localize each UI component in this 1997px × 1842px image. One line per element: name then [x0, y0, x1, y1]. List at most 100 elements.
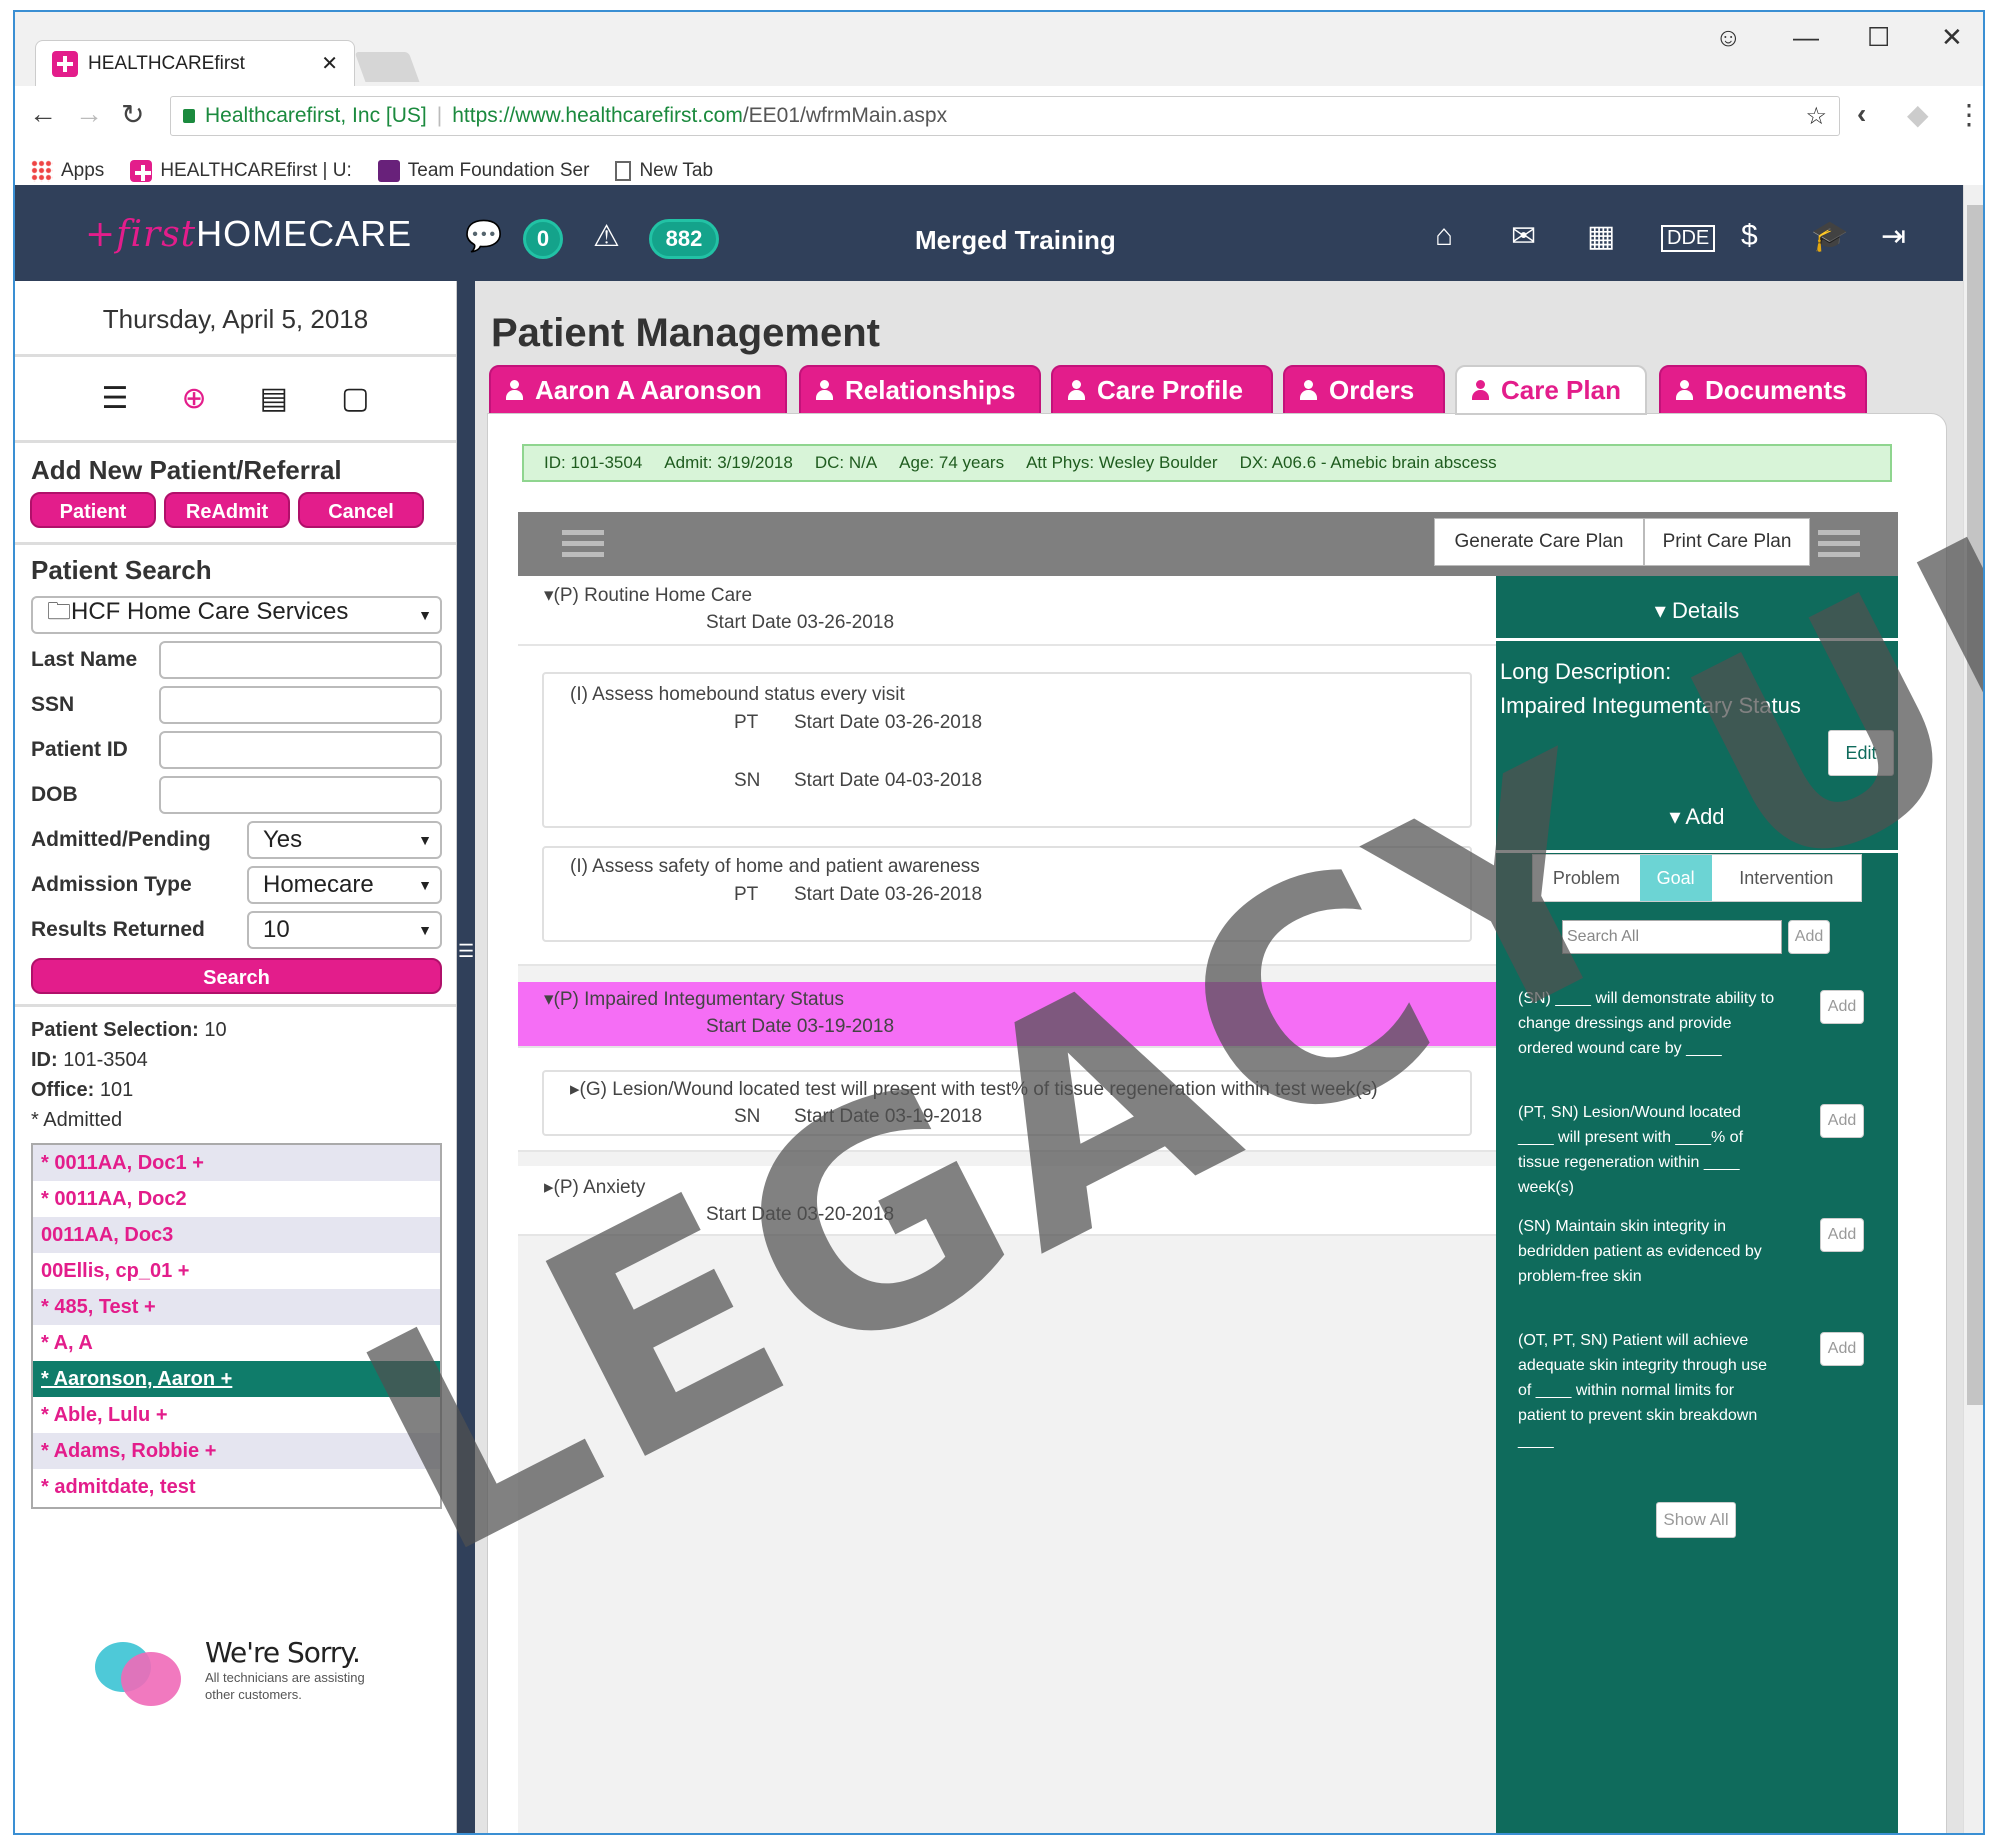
note-icon[interactable]: ▢ — [341, 381, 369, 416]
bookmark-team-foundation[interactable]: Team Foundation Ser — [377, 160, 589, 182]
readmit-button[interactable]: ReAdmit — [164, 492, 290, 528]
tab-care-plan[interactable]: Care Plan — [1455, 365, 1647, 415]
close-window-icon[interactable]: ✕ — [1941, 22, 1963, 53]
add-goal-button[interactable]: Add — [1820, 990, 1864, 1024]
search-button[interactable]: Search — [31, 958, 442, 994]
tab-documents[interactable]: Documents — [1659, 365, 1867, 415]
problem-routine-home-care[interactable]: ▾(P) Routine Home Care Start Date 03-26-… — [518, 576, 1496, 646]
goal-lesion-wound[interactable]: ▸(G) Lesion/Wound located test will pres… — [542, 1070, 1472, 1136]
list-item[interactable]: 0011AA, Doc3 — [33, 1217, 440, 1253]
patient-id-label: Patient ID — [31, 737, 128, 761]
tab-intervention[interactable]: Intervention — [1712, 855, 1861, 901]
bookmark-apps[interactable]: Apps — [31, 160, 104, 182]
add-goal-button[interactable]: Add — [1820, 1104, 1864, 1138]
tab-strip: HEALTHCAREfirst ✕ ☺ — ☐ ✕ — [15, 12, 1983, 86]
add-goal-button[interactable]: Add — [1820, 1218, 1864, 1252]
billing-icon[interactable]: $ — [1741, 219, 1758, 253]
list-item[interactable]: * admitdate, test — [33, 1469, 440, 1505]
bookmark-healthcarefirst[interactable]: HEALTHCAREfirst | U: — [130, 160, 352, 182]
tab-goal[interactable]: Goal — [1639, 855, 1712, 901]
list-item[interactable]: * 485, Test + — [33, 1289, 440, 1325]
mail-icon[interactable]: ✉ — [1511, 219, 1536, 254]
list-view-icon[interactable] — [562, 530, 604, 560]
add-patient-button[interactable]: Patient — [30, 492, 156, 528]
tab-problem[interactable]: Problem — [1533, 855, 1640, 901]
home-icon[interactable]: ⌂ — [1435, 219, 1453, 253]
selection-info: Patient Selection: 10 ID: 101-3504 Offic… — [15, 1004, 456, 1139]
minimize-icon[interactable]: — — [1793, 22, 1819, 53]
tab-orders[interactable]: Orders — [1283, 365, 1445, 415]
edit-button[interactable]: Edit — [1828, 730, 1894, 776]
lock-icon — [183, 109, 195, 123]
left-panel: Thursday, April 5, 2018 ☰ ⊕ ▤ ▢ Add New … — [15, 281, 457, 1833]
list-item[interactable]: * 0011AA, Doc2 — [33, 1181, 440, 1217]
logout-icon[interactable]: ⇥ — [1881, 219, 1906, 254]
cancel-button[interactable]: Cancel — [298, 492, 424, 528]
list-item[interactable]: * Able, Lulu + — [33, 1397, 440, 1433]
problem-impaired-integumentary[interactable]: ▾(P) Impaired Integumentary Status Start… — [518, 982, 1496, 1048]
page-scrollbar[interactable] — [1963, 185, 1983, 1833]
patient-id-input[interactable] — [159, 730, 442, 769]
ssn-input[interactable] — [159, 685, 442, 724]
chat-count-badge[interactable]: 0 — [523, 219, 563, 259]
list-item[interactable]: * A, A — [33, 1325, 440, 1361]
extension-back-icon[interactable]: ‹ — [1857, 98, 1866, 130]
intervention-homebound[interactable]: (I) Assess homebound status every visit … — [542, 672, 1472, 828]
details-header[interactable]: ▾ Details — [1496, 576, 1898, 638]
close-tab-icon[interactable]: ✕ — [321, 51, 338, 76]
admission-type-select[interactable]: Homecare ▼ — [247, 865, 442, 904]
splitter-grip-icon[interactable]: ☰ — [458, 941, 474, 962]
intervention-home-safety[interactable]: (I) Assess safety of home and patient aw… — [542, 846, 1472, 942]
generate-care-plan-button[interactable]: Generate Care Plan — [1434, 518, 1644, 566]
dde-icon[interactable]: DDE — [1661, 225, 1716, 252]
list-item[interactable]: * 0011AA, Doc1 + — [33, 1145, 440, 1181]
add-patient-title: Add New Patient/Referral — [31, 455, 342, 485]
back-icon[interactable]: ← — [29, 98, 57, 130]
alert-icon[interactable]: ⚠ — [593, 219, 620, 254]
reload-icon[interactable]: ↻ — [121, 98, 144, 131]
calendar-icon[interactable]: ▦ — [1587, 219, 1615, 254]
extension-icon[interactable]: ◆ — [1907, 98, 1929, 131]
results-select[interactable]: 10 ▼ — [247, 910, 442, 949]
agency-title: Merged Training — [915, 225, 1116, 255]
last-name-input[interactable] — [159, 640, 442, 679]
url-field[interactable]: Healthcarefirst, Inc [US] | https://www.… — [170, 96, 1840, 136]
brand-logo[interactable]: +firstHOMECARE — [85, 213, 412, 255]
new-tab-button[interactable] — [354, 52, 420, 82]
account-icon[interactable]: ☺ — [1715, 22, 1742, 53]
goal-suggestion: (SN) ____ will demonstrate ability to ch… — [1518, 990, 1775, 1057]
list-item-selected[interactable]: * Aaronson, Aaron + — [33, 1361, 440, 1397]
person-icon — [815, 380, 833, 400]
page-icon — [615, 161, 632, 181]
search-zoom-icon[interactable]: ⊕ — [181, 381, 206, 416]
list-item[interactable]: 00Ellis, cp_01 + — [33, 1253, 440, 1289]
menu-icon[interactable]: ⋮ — [1955, 98, 1983, 131]
alert-count-badge[interactable]: 882 — [649, 219, 719, 259]
print-care-plan-button[interactable]: Print Care Plan — [1644, 518, 1810, 566]
scrollbar-thumb[interactable] — [1967, 205, 1983, 1405]
add-header[interactable]: ▾ Add — [1496, 804, 1898, 830]
search-add-button[interactable]: Add — [1788, 920, 1830, 954]
list-item[interactable]: * Adams, Robbie + — [33, 1433, 440, 1469]
show-all-button[interactable]: Show All — [1656, 1502, 1736, 1538]
problem-anxiety[interactable]: ▸(P) Anxiety Start Date 03-20-2018 — [518, 1166, 1496, 1236]
office-select[interactable]: 🗀HCF Home Care Services ▼ — [31, 595, 442, 634]
id-card-icon[interactable]: ▤ — [260, 381, 288, 416]
admitted-select[interactable]: Yes ▼ — [247, 820, 442, 859]
panel-splitter[interactable]: ☰ — [457, 281, 475, 1833]
bookmark-star-icon[interactable]: ☆ — [1805, 102, 1827, 131]
tab-care-profile[interactable]: Care Profile — [1051, 365, 1273, 415]
search-all-input[interactable]: Search All — [1562, 920, 1782, 954]
tab-relationships[interactable]: Relationships — [799, 365, 1041, 415]
bookmark-new-tab[interactable]: New Tab — [615, 160, 713, 182]
dob-input[interactable] — [159, 775, 442, 814]
education-icon[interactable]: 🎓 — [1811, 219, 1848, 254]
browser-tab[interactable]: HEALTHCAREfirst ✕ — [35, 40, 355, 86]
add-goal-button[interactable]: Add — [1820, 1332, 1864, 1366]
grid-view-icon[interactable] — [1818, 530, 1860, 560]
menu-hamburger-icon[interactable]: ☰ — [102, 381, 129, 416]
chat-icon[interactable]: 💬 — [465, 219, 502, 254]
forward-icon[interactable]: → — [75, 98, 103, 130]
tab-patient[interactable]: Aaron A Aaronson — [489, 365, 787, 415]
maximize-icon[interactable]: ☐ — [1867, 22, 1890, 53]
